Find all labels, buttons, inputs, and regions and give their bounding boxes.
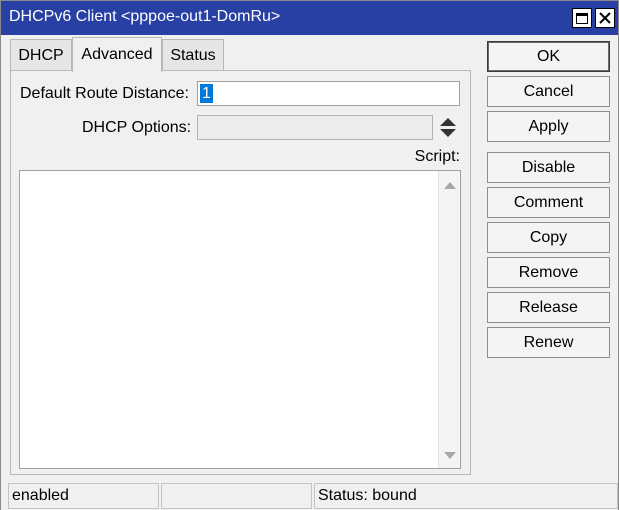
script-label: Script: [414,148,460,165]
copy-button[interactable]: Copy [487,222,610,253]
title-bar[interactable]: DHCPv6 Client <pppoe-out1-DomRu> [1,1,618,35]
dhcp-options-field[interactable] [197,115,433,140]
renew-button[interactable]: Renew [487,327,610,358]
arrow-down-icon [440,129,456,137]
release-button[interactable]: Release [487,292,610,323]
script-textarea[interactable] [19,170,461,469]
remove-button[interactable]: Remove [487,257,610,288]
apply-button[interactable]: Apply [487,111,610,142]
tab-status[interactable]: Status [162,39,224,71]
ok-button[interactable]: OK [487,41,610,72]
comment-button[interactable]: Comment [487,187,610,218]
close-icon [599,12,611,24]
default-route-distance-value: 1 [200,84,213,103]
status-bound: Status: bound [314,483,618,509]
status-middle [161,483,312,509]
dhcp-options-label: DHCP Options: [82,119,192,136]
default-route-distance-field[interactable]: 1 [197,81,460,106]
default-route-distance-label: Default Route Distance: [20,85,189,102]
arrow-up-icon [440,118,456,126]
close-button[interactable] [595,8,615,28]
script-scrollbar[interactable] [438,171,460,468]
disable-button[interactable]: Disable [487,152,610,183]
advanced-panel: Default Route Distance: 1 DHCP Options: … [10,70,471,475]
scroll-down-icon[interactable] [444,452,456,459]
status-bar: enabled Status: bound [1,481,618,510]
maximize-icon [576,12,588,24]
status-enabled: enabled [8,483,159,509]
maximize-button[interactable] [572,8,592,28]
tab-advanced[interactable]: Advanced [72,37,162,72]
dhcpv6-client-window: DHCPv6 Client <pppoe-out1-DomRu> DHCP Ad… [0,0,619,510]
tab-dhcp[interactable]: DHCP [10,39,72,71]
dhcp-options-updown[interactable] [439,117,457,139]
scroll-up-icon[interactable] [444,182,456,189]
cancel-button[interactable]: Cancel [487,76,610,107]
window-title: DHCPv6 Client <pppoe-out1-DomRu> [9,8,281,25]
